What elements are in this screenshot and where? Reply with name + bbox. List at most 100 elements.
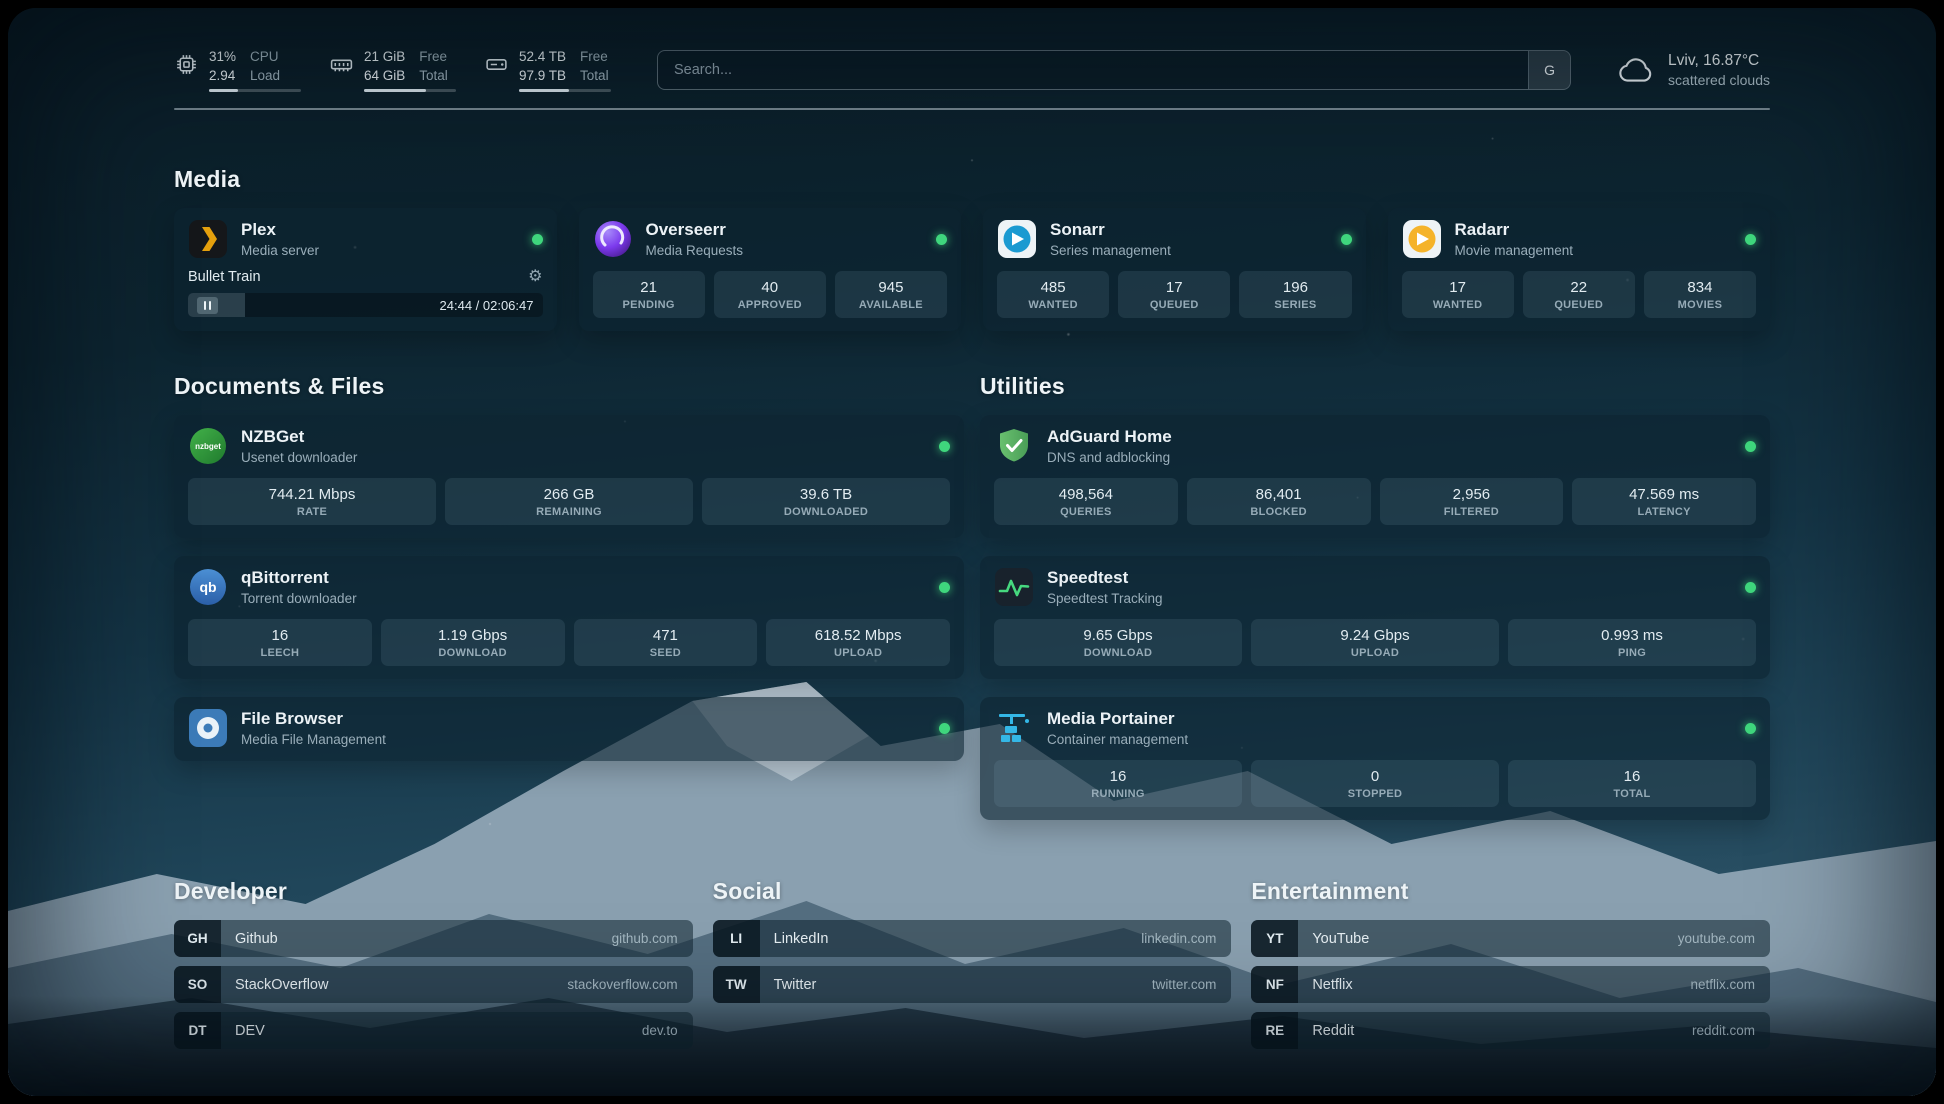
documents-cards: nzbgetNZBGetUsenet downloader744.21 Mbps…	[174, 415, 964, 761]
bookmark-dev[interactable]: DTDEVdev.to	[174, 1012, 693, 1049]
service-card-speedtest[interactable]: SpeedtestSpeedtest Tracking9.65 GbpsDOWN…	[980, 556, 1770, 679]
stat-label: RUNNING	[998, 788, 1238, 800]
stat-value: 47.569 ms	[1576, 486, 1752, 503]
stat-value: 17	[1122, 279, 1226, 296]
qbittorrent-icon: qb	[188, 567, 228, 607]
service-card-qbittorrent[interactable]: qbqBittorrentTorrent downloader16LEECH1.…	[174, 556, 964, 679]
service-stat-wanted: 485WANTED	[997, 271, 1109, 318]
stat-label: Total	[419, 67, 448, 85]
stat-label: MOVIES	[1648, 299, 1752, 311]
service-card-nzbget[interactable]: nzbgetNZBGetUsenet downloader744.21 Mbps…	[174, 415, 964, 538]
stat-label: Free	[580, 48, 609, 66]
bookmark-stackoverflow[interactable]: SOStackOverflowstackoverflow.com	[174, 966, 693, 1003]
service-card-radarr[interactable]: RadarrMovie management17WANTED22QUEUED83…	[1388, 208, 1771, 331]
stat-value: 86,401	[1191, 486, 1367, 503]
section-media: Media PlexMedia serverBullet Train⚙24:44…	[174, 166, 1770, 331]
playback-progress-bar[interactable]: 24:44 / 02:06:47	[188, 293, 543, 317]
stat-value: 16	[1512, 768, 1752, 785]
section-title-media: Media	[174, 166, 1770, 193]
stat-label: DOWNLOAD	[385, 647, 561, 659]
service-stat-queries: 498,564QUERIES	[994, 478, 1178, 525]
service-card-filebrowser[interactable]: File BrowserMedia File Management	[174, 697, 964, 761]
service-stat-remaining: 266 GBREMAINING	[445, 478, 693, 525]
stat-label: TOTAL	[1512, 788, 1752, 800]
bookmark-abbr: DT	[174, 1012, 221, 1049]
service-stat-upload: 9.24 Gbps UPLOAD	[1251, 619, 1499, 666]
bookmark-domain: twitter.com	[1152, 977, 1217, 992]
stat-label: Load	[250, 67, 280, 85]
bookmark-group-entertainment: Entertainment YTYouTubeyoutube.com NFNetfl…	[1251, 878, 1770, 1049]
stat-label: QUEUED	[1122, 299, 1226, 311]
bookmark-github[interactable]: GHGithubgithub.com	[174, 920, 693, 957]
search-bar: G	[657, 50, 1571, 90]
service-description: Torrent downloader	[241, 591, 357, 606]
service-stat-latency: 47.569 msLATENCY	[1572, 478, 1756, 525]
status-dot-online	[532, 234, 543, 245]
bookmark-youtube[interactable]: YTYouTubeyoutube.com	[1251, 920, 1770, 957]
usage-bar	[364, 89, 456, 92]
stat-label: SEED	[578, 647, 754, 659]
stat-value: 9.24 Gbps	[1255, 627, 1495, 644]
status-dot-online	[939, 582, 950, 593]
bookmark-group-social: SocialLILinkedInlinkedin.comTWTwittertwi…	[713, 878, 1232, 1049]
stat-value: 618.52 Mbps	[770, 627, 946, 644]
stat-label: STOPPED	[1255, 788, 1495, 800]
memory-icon	[329, 52, 354, 77]
nzbget-icon: nzbget	[188, 426, 228, 466]
bookmark-name: DEV	[235, 1023, 265, 1039]
settings-gear-icon[interactable]: ⚙	[528, 269, 542, 285]
svg-text:nzbget: nzbget	[195, 442, 221, 451]
bookmark-abbr: SO	[174, 966, 221, 1003]
service-stat-upload: 618.52 MbpsUPLOAD	[766, 619, 950, 666]
section-title-entertainment: Entertainment	[1251, 878, 1770, 905]
bookmark-abbr: LI	[713, 920, 760, 957]
status-dot-online	[1745, 723, 1756, 734]
bookmark-netflix[interactable]: NFNetflixnetflix.com	[1251, 966, 1770, 1003]
bookmark-abbr: NF	[1251, 966, 1298, 1003]
status-dot-online	[1745, 441, 1756, 452]
plex-icon	[188, 219, 228, 259]
stat-label: APPROVED	[718, 299, 822, 311]
pause-button[interactable]	[197, 297, 218, 314]
service-card-overseerr[interactable]: OverseerrMedia Requests21PENDING40APPROV…	[579, 208, 962, 331]
dashboard-screen: 31%2.94CPULoad21 GiB64 GiBFreeTotal52.4 …	[8, 8, 1936, 1096]
portainer-icon	[994, 708, 1034, 748]
service-name: Overseerr	[646, 220, 744, 240]
service-card-portainer[interactable]: Media Portainer Container management 16 RUN…	[980, 697, 1770, 820]
service-stat-blocked: 86,401BLOCKED	[1187, 478, 1371, 525]
service-stat-download: 1.19 GbpsDOWNLOAD	[381, 619, 565, 666]
stat-value: 196	[1243, 279, 1347, 296]
service-stat-ping: 0.993 msPING	[1508, 619, 1756, 666]
service-description: Media File Management	[241, 732, 386, 747]
service-card-adguard[interactable]: AdGuard HomeDNS and adblocking498,564QUE…	[980, 415, 1770, 538]
service-stat-wanted: 17WANTED	[1402, 271, 1514, 318]
service-stat-filtered: 2,956FILTERED	[1380, 478, 1564, 525]
stat-value: 945	[839, 279, 943, 296]
service-name: NZBGet	[241, 427, 357, 447]
service-description: Media server	[241, 243, 319, 258]
service-stat-rate: 744.21 MbpsRATE	[188, 478, 436, 525]
service-card-sonarr[interactable]: SonarrSeries management485WANTED17QUEUED…	[983, 208, 1366, 331]
service-stat-seed: 471SEED	[574, 619, 758, 666]
cloud-icon	[1617, 55, 1655, 85]
stat-label: Total	[580, 67, 609, 85]
stat-label: WANTED	[1406, 299, 1510, 311]
stat-value: 16	[998, 768, 1238, 785]
service-stat-downloaded: 39.6 TBDOWNLOADED	[702, 478, 950, 525]
bookmark-linkedin[interactable]: LILinkedInlinkedin.com	[713, 920, 1232, 957]
service-stat-queued: 22QUEUED	[1523, 271, 1635, 318]
speedtest-icon	[994, 567, 1034, 607]
service-card-plex[interactable]: PlexMedia serverBullet Train⚙24:44 / 02:…	[174, 208, 557, 331]
bookmark-reddit[interactable]: RERedditreddit.com	[1251, 1012, 1770, 1049]
service-name: Media Portainer	[1047, 709, 1188, 729]
stat-label: QUEUED	[1527, 299, 1631, 311]
search-provider-button[interactable]: G	[1528, 51, 1570, 89]
service-description: Container management	[1047, 732, 1188, 747]
radarr-icon	[1402, 219, 1442, 259]
service-name: AdGuard Home	[1047, 427, 1172, 447]
service-description: Movie management	[1455, 243, 1574, 258]
bookmark-twitter[interactable]: TWTwittertwitter.com	[713, 966, 1232, 1003]
bookmark-domain: linkedin.com	[1141, 931, 1216, 946]
stat-label: UPLOAD	[1255, 647, 1495, 659]
search-input[interactable]	[658, 51, 1528, 89]
